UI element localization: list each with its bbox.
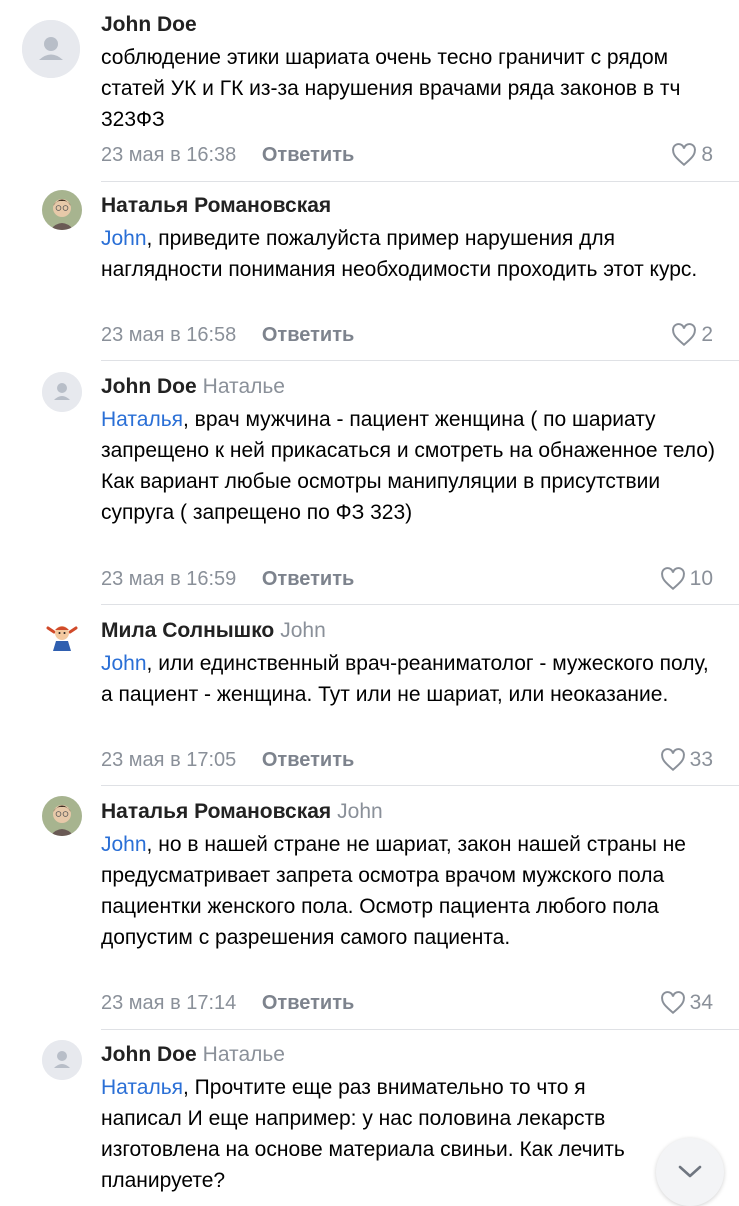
comment-timestamp: 23 мая в 16:58 xyxy=(101,324,237,346)
author-name[interactable]: Наталья Романовская xyxy=(101,194,331,217)
author-name[interactable]: John Doe xyxy=(101,13,197,36)
divider xyxy=(101,1029,739,1030)
comment-body: , врач мужчина - пациент женщина ( по ша… xyxy=(101,408,715,524)
comment-text: соблюдение этики шариата очень тесно гра… xyxy=(101,42,721,135)
comment-timestamp: 23 мая в 17:05 xyxy=(101,749,237,771)
divider xyxy=(101,360,739,361)
comment-body: соблюдение этики шариата очень тесно гра… xyxy=(101,46,681,131)
like-count: 2 xyxy=(701,323,713,346)
avatar[interactable] xyxy=(22,20,80,78)
divider xyxy=(101,181,739,182)
user-photo-icon xyxy=(42,796,82,836)
divider xyxy=(101,785,739,786)
like-count: 33 xyxy=(689,748,713,771)
like-button[interactable]: 33 xyxy=(660,748,713,772)
default-user-icon xyxy=(42,1040,82,1080)
user-photo-icon xyxy=(42,190,82,230)
comment-body: , или единственный врач-реаниматолог - м… xyxy=(101,652,709,706)
comment-timestamp: 23 мая в 16:59 xyxy=(101,568,237,590)
comment-text: Наталья, врач мужчина - пациент женщина … xyxy=(101,404,721,528)
comment-timestamp: 23 мая в 17:14 xyxy=(101,992,237,1014)
avatar[interactable] xyxy=(42,796,82,836)
avatar[interactable] xyxy=(42,190,82,230)
author-name[interactable]: Наталья Романовская xyxy=(101,800,331,823)
default-user-icon xyxy=(22,20,80,78)
reply-to-name[interactable]: John xyxy=(337,800,383,823)
mention-link[interactable]: John xyxy=(101,227,147,250)
scroll-down-button[interactable] xyxy=(656,1138,724,1206)
reply-to-name[interactable]: Наталье xyxy=(203,375,285,398)
like-button[interactable]: 10 xyxy=(660,567,713,591)
mention-link[interactable]: Наталья xyxy=(101,408,183,431)
like-count: 34 xyxy=(689,991,713,1014)
avatar[interactable] xyxy=(42,372,82,412)
comment-text: Наталья, Прочтите еще раз внимательно то… xyxy=(101,1072,661,1196)
heart-icon xyxy=(672,143,697,167)
reply-button[interactable]: Ответить xyxy=(262,992,354,1014)
reply-to-name[interactable]: John xyxy=(280,619,326,642)
divider xyxy=(101,604,739,605)
cartoon-girl-icon xyxy=(42,616,82,656)
mention-link[interactable]: Наталья xyxy=(101,1076,183,1099)
reply-button[interactable]: Ответить xyxy=(262,144,354,166)
author-name[interactable]: Мила Солнышко xyxy=(101,619,274,642)
comment-text: John, но в нашей стране не шариат, закон… xyxy=(101,829,721,953)
avatar[interactable] xyxy=(42,616,82,656)
reply-button[interactable]: Ответить xyxy=(262,324,354,346)
like-button[interactable]: 8 xyxy=(671,143,713,167)
heart-icon xyxy=(660,748,685,772)
reply-to-name[interactable]: Наталье xyxy=(203,1043,285,1066)
reply-button[interactable]: Ответить xyxy=(262,568,354,590)
like-button[interactable]: 2 xyxy=(671,323,713,347)
comment-body: , но в нашей стране не шариат, закон наш… xyxy=(101,833,686,949)
author-name[interactable]: John Doe xyxy=(101,375,197,398)
heart-icon xyxy=(672,323,697,347)
like-count: 8 xyxy=(701,143,713,166)
mention-link[interactable]: John xyxy=(101,833,147,856)
heart-icon xyxy=(660,991,685,1015)
like-count: 10 xyxy=(689,567,713,590)
comment-text: John, или единственный врач-реаниматолог… xyxy=(101,648,721,710)
heart-icon xyxy=(660,567,685,591)
reply-button[interactable]: Ответить xyxy=(262,749,354,771)
comment-text: John, приведите пожалуйста пример наруше… xyxy=(101,223,721,285)
author-name[interactable]: John Doe xyxy=(101,1043,197,1066)
mention-link[interactable]: John xyxy=(101,652,147,675)
chevron-down-icon xyxy=(678,1165,702,1178)
default-user-icon xyxy=(42,372,82,412)
comment-timestamp: 23 мая в 16:38 xyxy=(101,144,237,166)
like-button[interactable]: 34 xyxy=(660,991,713,1015)
comment-body: , приведите пожалуйста пример нарушения … xyxy=(101,227,698,281)
avatar[interactable] xyxy=(42,1040,82,1080)
